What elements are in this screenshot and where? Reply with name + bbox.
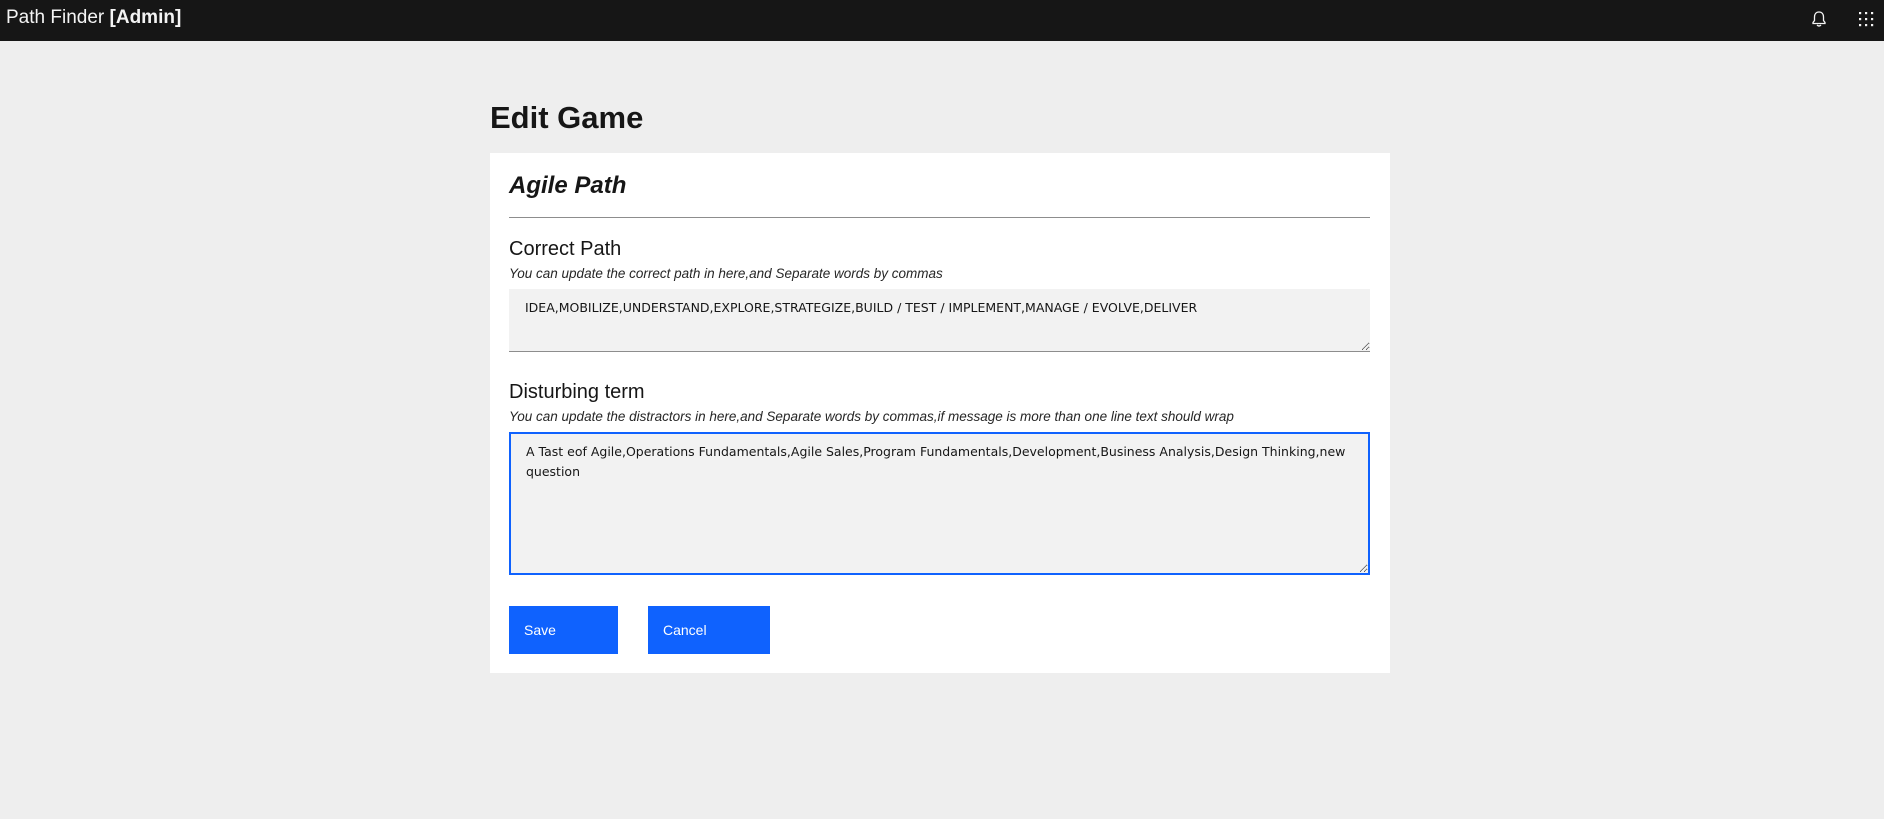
app-name: Path Finder [6,7,105,28]
disturbing-term-textarea[interactable]: A Tast eof Agile,Operations Fundamentals… [509,432,1370,575]
page-title: Edit Game [490,100,644,135]
disturbing-term-help-text: You can update the distractors in here,a… [509,409,1234,424]
grid-icon [1859,12,1874,27]
game-name-heading: Agile Path [509,172,627,199]
top-navigation-bar: Path Finder [Admin] [0,0,1884,41]
divider [509,217,1370,218]
app-brand[interactable]: Path Finder [Admin] [6,7,181,29]
save-button[interactable]: Save [509,606,618,654]
correct-path-textarea[interactable]: IDEA,MOBILIZE,UNDERSTAND,EXPLORE,STRATEG… [509,289,1370,352]
correct-path-help-text: You can update the correct path in here,… [509,266,943,281]
edit-game-form: Agile Path Correct Path You can update t… [490,153,1390,673]
cancel-button[interactable]: Cancel [648,606,770,654]
bell-icon [1812,11,1826,27]
app-role: [Admin] [109,7,182,28]
correct-path-label: Correct Path [509,238,622,260]
disturbing-term-label: Disturbing term [509,381,645,403]
app-switcher-button[interactable] [1851,4,1881,34]
notifications-button[interactable] [1804,4,1834,34]
